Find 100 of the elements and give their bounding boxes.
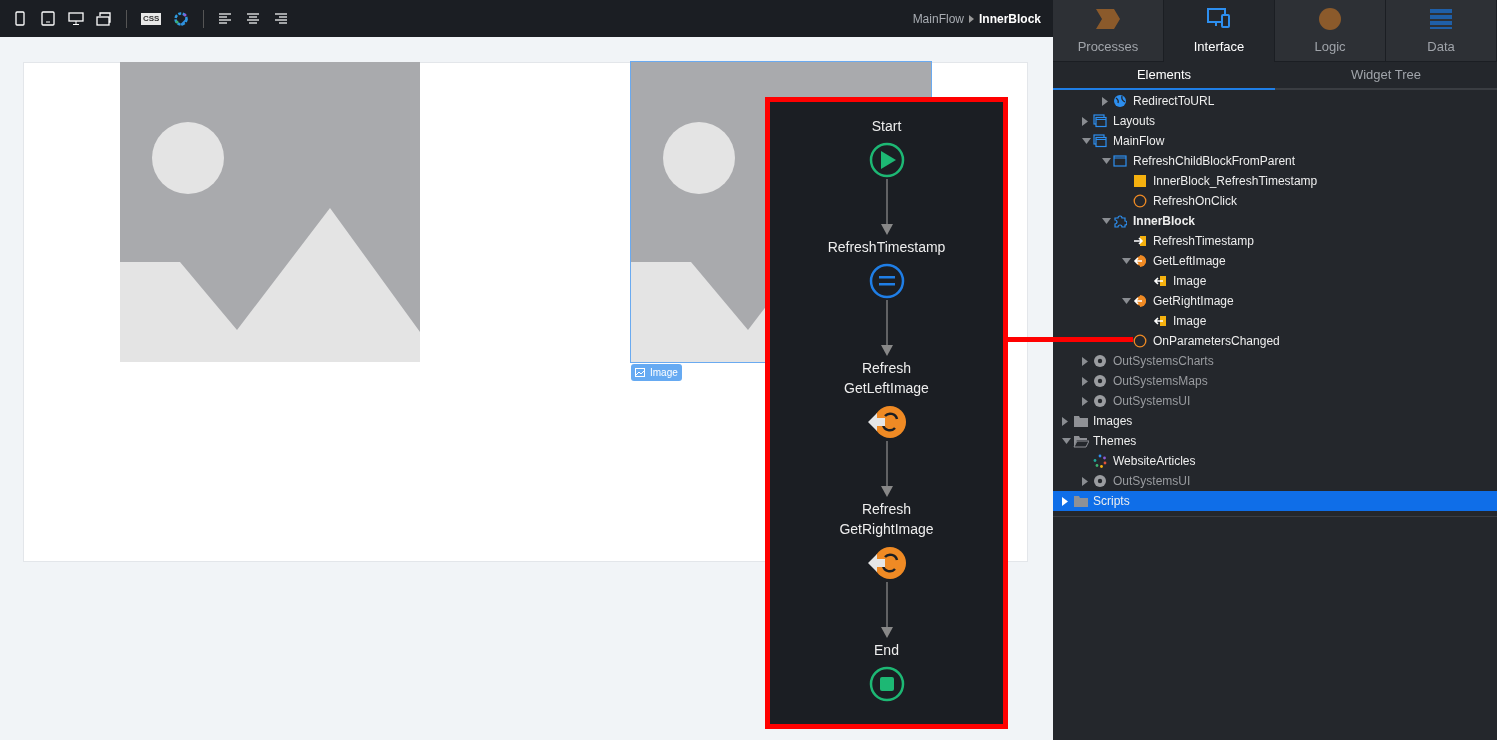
square-icon [1133,174,1147,188]
tree-label: GetLeftImage [1153,253,1226,270]
tree-item[interactable]: GetRightImage [1053,291,1497,311]
tree-item[interactable]: Image [1053,311,1497,331]
tree-item[interactable]: WebsiteArticles [1053,451,1497,471]
module-icon [1093,474,1107,488]
open-folder-icon [1073,434,1089,448]
folder-icon [1073,414,1089,428]
tree-label: RefreshOnClick [1153,193,1238,210]
node-label: End [874,641,899,660]
caret-right-icon[interactable] [1062,416,1068,426]
tree-label: Themes [1093,433,1137,450]
tree-label: RefreshTimestamp [1153,233,1254,250]
flow-arrow [879,582,894,639]
globe-icon [1113,94,1127,108]
ring-icon [1133,334,1147,348]
tree-item[interactable]: RefreshTimestamp [1053,231,1497,251]
output-arrow-icon [1153,274,1167,288]
tab[interactable]: Widget Tree [1275,62,1497,90]
css-button[interactable]: CSS [141,12,162,25]
refresh-data-icon [867,545,906,581]
module-icon [1093,354,1107,368]
phone-icon[interactable] [12,10,28,27]
tree-item[interactable]: InnerBlock [1053,211,1497,231]
tab[interactable]: Processes [1053,0,1164,62]
caret-down-icon[interactable] [1082,138,1091,144]
tree-label: Image [1173,313,1207,330]
tree-label: GetRightImage [1153,293,1234,310]
caret-down-icon[interactable] [1122,298,1131,304]
tree-item[interactable]: Image [1053,271,1497,291]
tree-label: Scripts [1093,493,1130,510]
tree-item[interactable]: GetLeftImage [1053,251,1497,271]
tree-label: OutSystemsCharts [1113,353,1214,370]
aggregate-icon [1133,254,1147,268]
windows-icon [1093,134,1107,148]
puzzle-icon [1113,214,1127,228]
color-ring-icon[interactable] [173,10,190,27]
node-label: Refresh GetLeftImage [844,359,929,398]
output-arrow-icon [1153,314,1167,328]
breadcrumb-item[interactable]: MainFlow [912,9,964,28]
tree-label: RefreshChildBlockFromParent [1133,153,1296,170]
monitor-icon[interactable] [68,10,84,27]
tree-label: Image [1173,273,1207,290]
caret-right-icon[interactable] [1082,396,1088,406]
tree-label: WebsiteArticles [1113,453,1196,470]
tree-item[interactable]: Themes [1053,431,1497,451]
tree-label: RedirectToURL [1133,93,1215,110]
tree-item[interactable]: OutSystemsUI [1053,471,1497,491]
tablet-icon[interactable] [40,10,56,27]
caret-down-icon[interactable] [1102,158,1111,164]
tree-item[interactable]: Layouts [1053,111,1497,131]
refresh-data-icon [867,404,906,440]
rotate-screen-icon[interactable] [96,10,112,27]
tree-item[interactable]: RefreshOnClick [1053,191,1497,211]
tree-label: OutSystemsUI [1113,473,1191,490]
flow-arrow [879,441,894,498]
windows-icon [1093,114,1107,128]
tree-item[interactable]: Images [1053,411,1497,431]
tab[interactable]: Logic [1275,0,1386,62]
caret-down-icon[interactable] [1122,258,1131,264]
caret-right-icon[interactable] [1082,356,1088,366]
caret-right-icon[interactable] [1082,376,1088,386]
tree-item[interactable]: OutSystemsMaps [1053,371,1497,391]
start-icon [868,142,905,178]
assign-icon [868,263,905,299]
ring-icon [1133,194,1147,208]
folder-icon [1073,494,1089,508]
caret-right-icon[interactable] [1082,476,1088,486]
tree-label: InnerBlock [1133,213,1195,230]
caret-icon [969,14,974,23]
tree-item[interactable]: OnParametersChanged [1053,331,1497,351]
breadcrumb-item[interactable]: InnerBlock [979,9,1041,28]
tree-item[interactable]: OutSystemsCharts [1053,351,1497,371]
image-icon [635,368,645,377]
caret-right-icon[interactable] [1102,96,1108,106]
flow-arrow [879,300,894,357]
module-icon [1093,394,1107,408]
color-ring-icon [1093,454,1107,468]
tab[interactable]: Data [1386,0,1497,62]
tab[interactable]: Elements [1053,62,1275,90]
tree-item[interactable]: MainFlow [1053,131,1497,151]
tree-label: InnerBlock_RefreshTimestamp [1153,173,1318,190]
caret-down-icon[interactable] [1102,218,1111,224]
aggregate-icon [1133,294,1147,308]
caret-down-icon[interactable] [1062,438,1071,444]
tree-item[interactable]: Scripts [1053,491,1497,511]
tree-item[interactable]: InnerBlock_RefreshTimestamp [1053,171,1497,191]
window-icon [1113,154,1127,168]
flow-arrow [879,179,894,236]
tree-label: OutSystemsUI [1113,393,1191,410]
caret-right-icon[interactable] [1062,496,1068,506]
tree-item[interactable]: RedirectToURL [1053,91,1497,111]
tree-item[interactable]: OutSystemsUI [1053,391,1497,411]
tree-label: Images [1093,413,1133,430]
node-label: Start [871,117,902,136]
tree-label: OnParametersChanged [1153,333,1280,350]
module-icon [1093,374,1107,388]
tree-item[interactable]: RefreshChildBlockFromParent [1053,151,1497,171]
node-label: RefreshTimestamp [827,238,946,257]
caret-right-icon[interactable] [1082,116,1088,126]
